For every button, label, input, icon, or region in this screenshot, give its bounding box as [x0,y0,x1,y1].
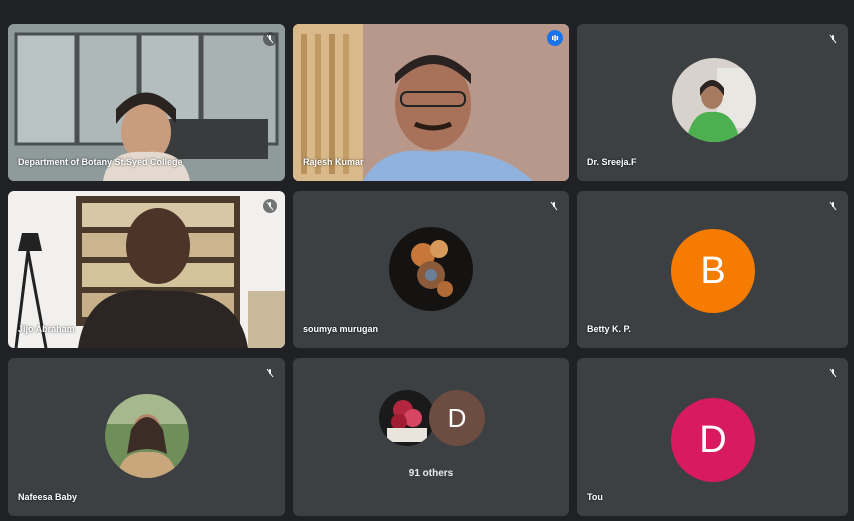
avatar: D [429,390,485,446]
avatar [105,394,189,478]
participant-name: Department of Botany St.Syed College [18,157,183,167]
mic-off-icon [263,32,277,46]
others-count: 91 others [408,468,454,479]
avatar [379,390,435,446]
avatar [672,58,756,142]
participant-name: Dr. Sreeja.F [587,157,637,167]
participant-tile[interactable]: Dr. Sreeja.F [577,24,848,181]
mic-off-icon [547,199,561,213]
mic-off-icon [826,199,840,213]
mic-off-icon [826,366,840,380]
participant-name: Rajesh Kumar [303,157,364,167]
participant-tile[interactable]: Department of Botany St.Syed College [8,24,285,181]
avatar: B [671,229,755,313]
mic-off-icon [263,199,277,213]
participant-name: Betty K. P. [587,324,631,334]
participant-tile[interactable]: soumya murugan [293,191,569,348]
avatar [389,227,473,311]
mic-off-icon [826,32,840,46]
others-tile[interactable]: D 91 others [293,358,569,516]
participant-name: Tou [587,492,603,502]
mic-off-icon [263,366,277,380]
participant-tile[interactable]: B Betty K. P. [577,191,848,348]
participant-tile[interactable]: Jijo Abraham [8,191,285,348]
speaking-indicator-icon [547,30,563,46]
participant-tile[interactable]: Rajesh Kumar [293,24,569,181]
participant-name: Jijo Abraham [18,324,75,334]
participant-name: Nafeesa Baby [18,492,78,502]
participant-grid: Department of Botany St.Syed College Raj… [8,24,848,516]
avatar: D [671,398,755,482]
participant-tile[interactable]: Nafeesa Baby [8,358,285,516]
participant-name: soumya murugan [303,324,379,334]
participant-tile[interactable]: D Tou [577,358,848,516]
